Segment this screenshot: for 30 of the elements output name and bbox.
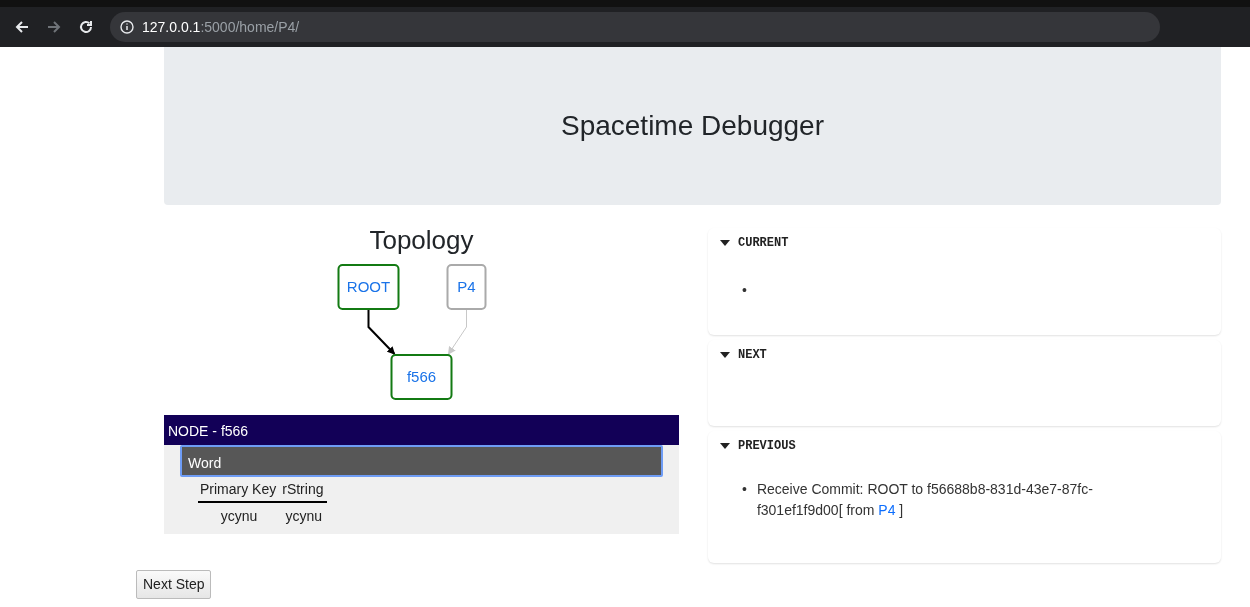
section-title[interactable]: NEXT	[738, 346, 767, 364]
section-title[interactable]: PREVIOUS	[738, 437, 796, 455]
list-bullet: •	[742, 480, 747, 499]
graph-node[interactable]: f566	[390, 354, 453, 400]
node-label[interactable]: ROOT	[346, 278, 391, 295]
process-link[interactable]: P4	[878, 502, 896, 518]
node-label[interactable]: f566	[406, 368, 437, 385]
section-title: Topology	[368, 224, 475, 257]
next-step-button[interactable]: Next Step	[136, 570, 212, 599]
back-icon[interactable]	[14, 19, 30, 35]
list-bullet: •	[742, 281, 747, 300]
url-text: 127.0.0.1:5000/home/P4/	[142, 17, 300, 37]
caret-icon[interactable]	[720, 442, 730, 450]
page-title: Spacetime Debugger	[560, 109, 824, 143]
caret-icon[interactable]	[720, 351, 730, 359]
caret-icon[interactable]	[720, 239, 730, 247]
section-title[interactable]: CURRENT	[738, 234, 789, 252]
panel-header: NODE - f566	[164, 415, 679, 445]
node-label[interactable]: P4	[457, 278, 476, 295]
table-cell: ycynu	[198, 502, 281, 530]
address-bar[interactable]: 127.0.0.1:5000/home/P4/	[110, 12, 1160, 42]
table-cell: ycynu	[280, 502, 328, 530]
reload-icon[interactable]	[78, 19, 94, 35]
type-row[interactable]: Word	[180, 445, 663, 477]
info-icon[interactable]	[120, 20, 134, 34]
graph-node[interactable]: P4	[446, 264, 487, 310]
column-header: rString	[280, 477, 328, 502]
graph-node[interactable]: ROOT	[337, 264, 400, 310]
column-header: Primary Key	[198, 477, 281, 502]
log-entry: Receive Commit: ROOT to f56688b8-831d-43e7-87fc-f301ef1f9d00[ from P4 ]	[756, 480, 1094, 520]
